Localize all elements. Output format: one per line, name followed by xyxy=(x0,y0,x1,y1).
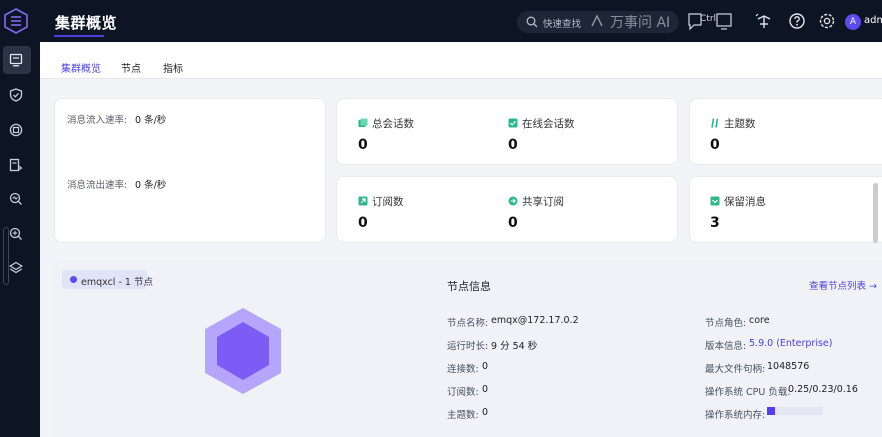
total-sessions-value: 0 xyxy=(358,137,368,153)
search-icon xyxy=(526,16,538,28)
shared-subscriptions-label: 共享订阅 xyxy=(522,196,564,208)
emqx-logo xyxy=(4,8,28,34)
retained-icon xyxy=(710,196,720,206)
kbd-label: Ctrl xyxy=(700,14,717,24)
os-memory-fill xyxy=(767,407,775,415)
version-value[interactable]: 5.9.0 (Enterprise) xyxy=(749,338,832,349)
retained-label: 保留消息 xyxy=(724,196,766,208)
node-subscriptions-label: 订阅数: xyxy=(447,387,479,398)
top-bar: 集群概览 快速查找 万事问 AI Ctrl A adm xyxy=(0,0,882,42)
node-topics-value: 0 xyxy=(482,407,489,418)
topics-value: 0 xyxy=(710,137,720,153)
total-sessions-icon xyxy=(358,118,368,127)
shared-subscriptions-value: 0 xyxy=(508,215,518,231)
user-avatar[interactable]: A xyxy=(845,14,861,30)
cpu-load-value: 0.25/0.23/0.16 xyxy=(788,384,858,395)
node-subscriptions-value: 0 xyxy=(482,384,489,395)
node-topics-label: 主题数: xyxy=(447,410,479,421)
subscriptions-icon xyxy=(358,196,368,206)
sidebar xyxy=(0,42,40,437)
tab-active-underline xyxy=(54,35,104,37)
online-sessions-icon xyxy=(508,118,518,128)
tab-metrics[interactable]: 指标 xyxy=(163,60,183,75)
layers-icon[interactable] xyxy=(9,261,23,275)
subscriptions-label: 订阅数 xyxy=(372,196,404,208)
subscriptions-value: 0 xyxy=(358,215,368,231)
cluster-node-tag[interactable]: emqxcl - 1 节点 xyxy=(62,270,153,289)
total-sessions-label: 总会话数 xyxy=(372,118,414,130)
shared-subscriptions-icon xyxy=(508,196,518,206)
status-dot xyxy=(70,276,77,283)
version-label: 版本信息: xyxy=(705,341,747,352)
node-role-value: core xyxy=(749,315,770,326)
dashboard-icon[interactable] xyxy=(9,53,23,67)
node-tag-label: emqxcl - 1 节点 xyxy=(81,277,153,288)
online-sessions-value: 0 xyxy=(508,137,518,153)
sessions-card: 总会话数 0 在线会话数 0 xyxy=(336,98,678,165)
topics-label: 主题数 xyxy=(724,118,756,130)
inflow-rate-label: 消息流入速率: xyxy=(67,115,128,126)
node-name-value: emqx@172.17.0.2 xyxy=(491,315,579,326)
retained-value: 3 xyxy=(710,215,720,231)
ai-sparkle-icon xyxy=(591,14,603,27)
tab-cluster-overview[interactable]: 集群概览 xyxy=(61,60,101,75)
outflow-rate-label: 消息流出速率: xyxy=(67,180,128,191)
uptime-label: 运行时长: xyxy=(447,341,489,352)
message-rate-card: 消息流入速率: 0 条/秒 消息流出速率: 0 条/秒 xyxy=(54,98,326,243)
retained-card: 保留消息 3 xyxy=(689,176,882,243)
uptime-value: 9 分 54 秒 xyxy=(491,341,538,352)
os-memory-label: 操作系统内存: xyxy=(705,410,766,421)
subscriptions-card: 订阅数 0 共享订阅 0 xyxy=(336,176,678,243)
connector-icon[interactable] xyxy=(9,123,23,137)
search-placeholder: 快速查找 xyxy=(543,19,582,30)
page-scrollbar[interactable] xyxy=(873,183,878,243)
cpu-load-label: 操作系统 CPU 负载: xyxy=(705,387,791,398)
help-icon[interactable] xyxy=(788,12,806,30)
topics-card: 主题数 0 xyxy=(689,98,882,165)
connections-value: 0 xyxy=(482,361,489,372)
tab-nodes[interactable]: 节点 xyxy=(121,60,141,75)
node-info-title: 节点信息 xyxy=(447,280,491,293)
max-fds-label: 最大文件句柄: xyxy=(705,364,766,375)
node-name-label: 节点名称: xyxy=(447,318,489,329)
os-memory-bar xyxy=(767,407,823,415)
max-fds-value: 1048576 xyxy=(767,361,810,372)
sidebar-scrollbar[interactable] xyxy=(3,227,9,285)
node-hexagon[interactable] xyxy=(203,306,283,396)
shield-icon[interactable] xyxy=(9,88,23,102)
view-node-list-link[interactable]: 查看节点列表 → xyxy=(809,278,877,292)
broadcast-icon[interactable] xyxy=(755,12,773,30)
outflow-rate-value: 0 条/秒 xyxy=(135,180,167,191)
user-name[interactable]: adm xyxy=(864,15,882,26)
page-title: 集群概览 xyxy=(55,14,118,32)
settings-icon[interactable] xyxy=(818,12,838,30)
ai-watermark: 万事问 AI xyxy=(610,15,671,31)
diagnose-icon[interactable] xyxy=(9,227,23,241)
online-sessions-label: 在线会话数 xyxy=(522,118,575,130)
inflow-rate-value: 0 条/秒 xyxy=(135,115,167,126)
node-role-label: 节点角色: xyxy=(705,318,747,329)
connections-label: 连接数: xyxy=(447,364,479,375)
rules-icon[interactable] xyxy=(9,158,23,172)
monitor-icon[interactable] xyxy=(9,192,23,206)
topic-hash-icon xyxy=(711,118,719,128)
tab-strip: 集群概览 节点 指标 xyxy=(40,42,882,79)
